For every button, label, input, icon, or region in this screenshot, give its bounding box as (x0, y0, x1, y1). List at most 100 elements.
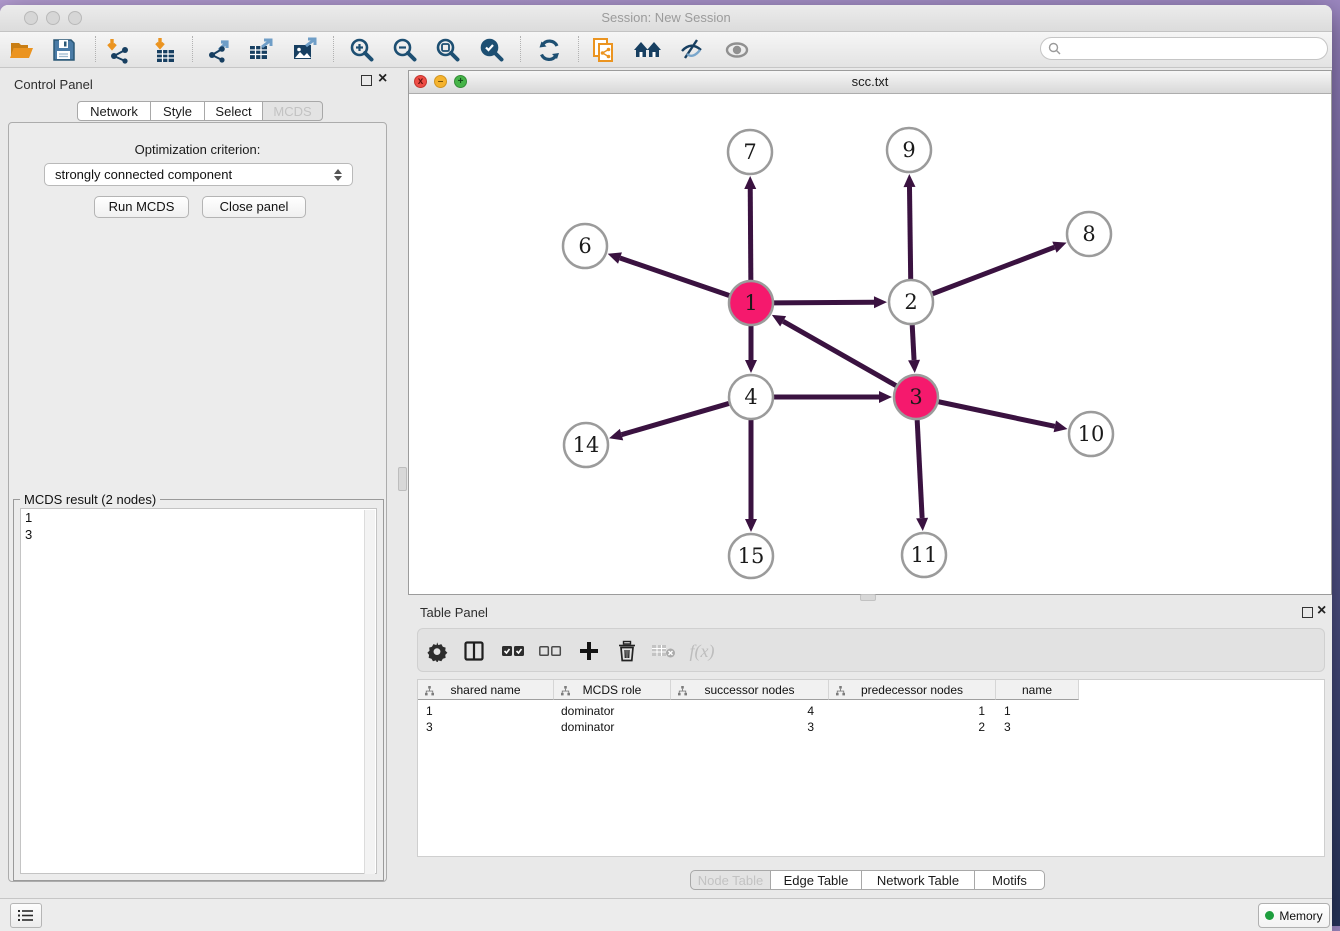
graph-node-7[interactable]: 7 (728, 130, 772, 174)
svg-text:3: 3 (909, 385, 922, 409)
zoom-fit-icon[interactable] (429, 35, 467, 65)
import-network-icon[interactable] (99, 35, 137, 65)
graph-node-2[interactable]: 2 (889, 280, 933, 324)
zoom-in-icon[interactable] (343, 35, 381, 65)
graph-edge-4-14[interactable] (609, 403, 729, 440)
column-header-predecessor-nodes[interactable]: predecessor nodes (829, 680, 996, 700)
list-icon (18, 909, 34, 922)
table-cell[interactable]: dominator (561, 703, 666, 719)
deselect-checks-icon[interactable] (534, 636, 566, 666)
svg-text:9: 9 (902, 138, 915, 162)
zoom-selected-icon[interactable] (473, 35, 511, 65)
table-cell[interactable]: 3 (426, 719, 546, 735)
tab-select[interactable]: Select (204, 101, 263, 121)
graph-edge-1-2[interactable] (774, 296, 887, 308)
open-file-icon[interactable] (3, 35, 41, 65)
tab-motifs[interactable]: Motifs (974, 870, 1045, 890)
graph-node-9[interactable]: 9 (887, 128, 931, 172)
graph-edge-3-1[interactable] (772, 315, 896, 386)
table-cell[interactable]: 3 (671, 719, 814, 735)
control-panel-close-icon[interactable]: × (378, 72, 387, 86)
graph-edge-1-4[interactable] (745, 326, 757, 373)
save-session-icon[interactable] (45, 35, 83, 65)
split-view-icon[interactable] (458, 636, 490, 666)
graph-node-1[interactable]: 1 (729, 281, 773, 325)
graph-edge-4-3[interactable] (774, 391, 892, 403)
network-view-window: x – + scc.txt 7 9 6 8 1 2 4 3 14 10 15 11 (408, 70, 1332, 595)
network-window-titlebar[interactable]: x – + scc.txt (409, 71, 1331, 94)
graph-node-10[interactable]: 10 (1069, 412, 1113, 456)
column-header-name[interactable]: name (996, 680, 1079, 700)
graph-node-8[interactable]: 8 (1067, 212, 1111, 256)
mcds-result-list[interactable]: 1 3 (20, 508, 377, 874)
task-history-button[interactable] (10, 903, 42, 928)
graph-edge-1-6[interactable] (608, 252, 730, 295)
horizontal-splitter-handle[interactable] (860, 594, 876, 601)
graph-edge-4-15[interactable] (745, 420, 757, 532)
run-mcds-button[interactable]: Run MCDS (94, 196, 189, 218)
control-panel-float-icon[interactable] (361, 75, 372, 86)
tab-node-table[interactable]: Node Table (690, 870, 771, 890)
add-column-icon[interactable] (573, 636, 605, 666)
table-panel-float-icon[interactable] (1302, 607, 1313, 618)
svg-text:2: 2 (904, 290, 917, 314)
tab-network-table[interactable]: Network Table (861, 870, 975, 890)
tab-network[interactable]: Network (77, 101, 151, 121)
export-network-icon[interactable] (199, 35, 237, 65)
graph-edge-1-7[interactable] (744, 176, 756, 280)
graph-node-4[interactable]: 4 (729, 375, 773, 419)
settings-gear-icon[interactable] (421, 636, 453, 666)
tab-edge-table[interactable]: Edge Table (770, 870, 862, 890)
toolbar-separator (520, 36, 521, 62)
graph-edge-2-3[interactable] (908, 325, 920, 373)
graph-edge-2-8[interactable] (932, 242, 1066, 294)
graph-edge-2-9[interactable] (903, 174, 915, 279)
search-field[interactable] (1040, 37, 1328, 60)
table-cell[interactable]: 3 (1004, 719, 1074, 735)
export-image-icon[interactable] (286, 35, 324, 65)
close-panel-button[interactable]: Close panel (202, 196, 306, 218)
export-table-icon[interactable] (242, 35, 280, 65)
graph-node-14[interactable]: 14 (564, 423, 608, 467)
hide-selected-icon[interactable] (673, 35, 711, 65)
import-table-icon[interactable] (146, 35, 184, 65)
main-toolbar (0, 32, 1332, 68)
graph-node-3[interactable]: 3 (894, 375, 938, 419)
clone-network-icon[interactable] (585, 35, 623, 65)
graph-node-15[interactable]: 15 (729, 534, 773, 578)
svg-text:14: 14 (573, 433, 600, 457)
vertical-splitter-handle[interactable] (398, 467, 407, 491)
column-header-mcds-role[interactable]: MCDS role (554, 680, 671, 700)
search-input[interactable] (1065, 41, 1327, 57)
toolbar-separator (578, 36, 579, 62)
column-header-shared-name[interactable]: shared name (418, 680, 554, 700)
first-neighbors-icon[interactable] (629, 35, 667, 65)
select-all-checks-icon[interactable] (497, 636, 529, 666)
table-cell[interactable]: 2 (829, 719, 985, 735)
table-cell[interactable]: 1 (426, 703, 546, 719)
graph-node-6[interactable]: 6 (563, 224, 607, 268)
zoom-out-icon[interactable] (386, 35, 424, 65)
memory-status-icon (1265, 911, 1274, 920)
tab-mcds[interactable]: MCDS (262, 101, 323, 121)
mcds-result-item: 1 (25, 509, 376, 526)
network-canvas[interactable]: 7 9 6 8 1 2 4 3 14 10 15 11 (409, 94, 1331, 594)
graph-edge-3-10[interactable] (939, 402, 1068, 432)
table-cell[interactable]: dominator (561, 719, 666, 735)
show-all-icon[interactable] (718, 35, 756, 65)
graph-node-11[interactable]: 11 (902, 533, 946, 577)
graph-edge-3-11[interactable] (916, 420, 928, 531)
criterion-select[interactable]: strongly connected component (44, 163, 353, 186)
tab-style[interactable]: Style (150, 101, 205, 121)
table-cell[interactable]: 1 (829, 703, 985, 719)
refresh-view-icon[interactable] (530, 35, 568, 65)
table-cell[interactable]: 1 (1004, 703, 1074, 719)
table-cell[interactable]: 4 (671, 703, 814, 719)
table-panel-close-icon[interactable]: × (1317, 604, 1326, 618)
function-builder-icon[interactable]: f(x) (686, 636, 718, 666)
result-scrollbar[interactable] (364, 510, 375, 874)
delete-column-icon[interactable] (611, 636, 643, 666)
memory-button[interactable]: Memory (1258, 903, 1330, 928)
delete-table-icon[interactable] (648, 636, 680, 666)
column-header-successor-nodes[interactable]: successor nodes (671, 680, 829, 700)
